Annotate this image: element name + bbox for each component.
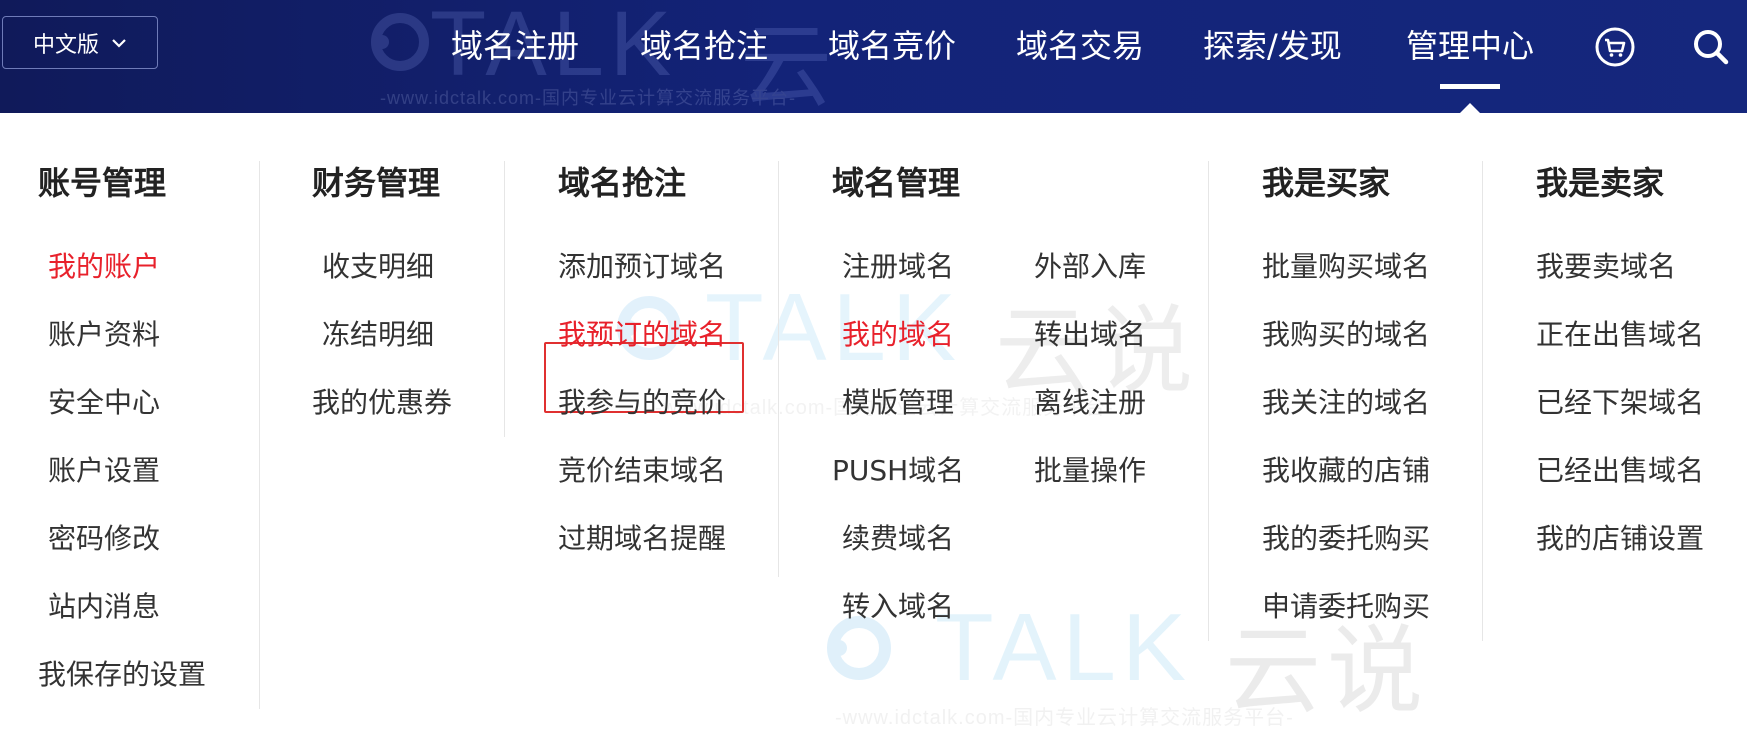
- divider: [259, 161, 260, 709]
- menu-item-sold-domains[interactable]: 已经出售域名: [1536, 453, 1704, 489]
- menu-item-transfer-in-domain[interactable]: 转入域名: [842, 589, 954, 625]
- menu-item-transfer-out-domain[interactable]: 转出域名: [1034, 317, 1146, 353]
- nav-management-center[interactable]: 管理中心: [1406, 26, 1534, 66]
- language-select-value: 中文版: [32, 32, 99, 58]
- heading-seller: 我是卖家: [1536, 164, 1665, 202]
- nav-domain-trade[interactable]: 域名交易: [1016, 26, 1144, 66]
- divider: [1482, 161, 1483, 641]
- menu-item-delisted-domains[interactable]: 已经下架域名: [1536, 385, 1704, 421]
- menu-item-frozen-details[interactable]: 冻结明细: [322, 317, 434, 353]
- watermark-url: -www.idctalk.com-国内专业云计算交流服务平台-: [380, 88, 797, 108]
- menu-item-store-settings[interactable]: 我的店铺设置: [1536, 521, 1704, 557]
- menu-item-security-center[interactable]: 安全中心: [48, 385, 160, 421]
- nav-domain-snap[interactable]: 域名抢注: [640, 26, 768, 66]
- menu-item-template-management[interactable]: 模版管理: [842, 385, 954, 421]
- search-icon[interactable]: [1690, 26, 1732, 68]
- menu-item-sell-domain[interactable]: 我要卖域名: [1536, 249, 1676, 285]
- chevron-down-icon: [112, 38, 126, 48]
- heading-domain-management: 域名管理: [832, 164, 961, 202]
- heading-buyer: 我是买家: [1262, 164, 1391, 202]
- menu-item-my-reserved-domains[interactable]: 我预订的域名: [558, 317, 726, 353]
- nav-explore[interactable]: 探索/发现: [1203, 26, 1342, 66]
- menu-item-watched-domains[interactable]: 我关注的域名: [1262, 385, 1430, 421]
- watermark-logo-icon: [371, 13, 429, 71]
- heading-account-management: 账号管理: [38, 164, 167, 202]
- management-center-menu: TALK 云说 -www.idctalk.com-国内专业云计算交流服务平台- …: [0, 113, 1747, 751]
- menu-item-income-expense[interactable]: 收支明细: [322, 249, 434, 285]
- cart-icon[interactable]: [1594, 26, 1636, 68]
- heading-finance-management: 财务管理: [312, 164, 441, 202]
- top-nav-bar: TALK 云说 -www.idctalk.com-国内专业云计算交流服务平台- …: [0, 0, 1747, 113]
- nav-domain-auction[interactable]: 域名竞价: [828, 26, 956, 66]
- watermark-logo-text: TALK: [935, 594, 1192, 701]
- menu-item-my-bids[interactable]: 我参与的竞价: [558, 385, 726, 421]
- menu-item-domains-on-sale[interactable]: 正在出售域名: [1536, 317, 1704, 353]
- menu-item-account-settings[interactable]: 账户设置: [48, 453, 160, 489]
- divider: [504, 161, 505, 437]
- menu-item-change-password[interactable]: 密码修改: [48, 521, 160, 557]
- menu-item-bulk-buy-domains[interactable]: 批量购买域名: [1262, 249, 1430, 285]
- language-select[interactable]: 中文版: [2, 16, 158, 69]
- menu-item-favorite-stores[interactable]: 我收藏的店铺: [1262, 453, 1430, 489]
- menu-item-account-profile[interactable]: 账户资料: [48, 317, 160, 353]
- menu-item-my-coupons[interactable]: 我的优惠券: [312, 385, 452, 421]
- menu-item-offline-register[interactable]: 离线注册: [1034, 385, 1146, 421]
- divider: [778, 161, 779, 577]
- menu-item-my-account[interactable]: 我的账户: [48, 249, 160, 285]
- menu-item-register-domain[interactable]: 注册域名: [842, 249, 954, 285]
- menu-item-expired-domain-alerts[interactable]: 过期域名提醒: [558, 521, 726, 557]
- menu-item-my-domains[interactable]: 我的域名: [842, 317, 954, 353]
- menu-item-add-reserved-domain[interactable]: 添加预订域名: [558, 249, 726, 285]
- divider: [1208, 161, 1209, 641]
- menu-item-push-domain[interactable]: PUSH域名: [832, 453, 964, 489]
- nav-domain-register[interactable]: 域名注册: [451, 26, 579, 66]
- menu-item-my-proxy-purchases[interactable]: 我的委托购买: [1262, 521, 1430, 557]
- heading-domain-snap: 域名抢注: [558, 164, 687, 202]
- menu-item-purchased-domains[interactable]: 我购买的域名: [1262, 317, 1430, 353]
- menu-item-saved-settings[interactable]: 我保存的设置: [38, 657, 206, 693]
- menu-item-ended-auctions[interactable]: 竞价结束域名: [558, 453, 726, 489]
- menu-item-batch-operations[interactable]: 批量操作: [1034, 453, 1146, 489]
- menu-item-renew-domain[interactable]: 续费域名: [842, 521, 954, 557]
- menu-item-external-import[interactable]: 外部入库: [1034, 249, 1146, 285]
- nav-active-indicator: [1440, 84, 1500, 89]
- menu-item-request-proxy-purchase[interactable]: 申请委托购买: [1262, 589, 1430, 625]
- menu-item-site-messages[interactable]: 站内消息: [48, 589, 160, 625]
- watermark-url: -www.idctalk.com-国内专业云计算交流服务平台-: [835, 707, 1294, 729]
